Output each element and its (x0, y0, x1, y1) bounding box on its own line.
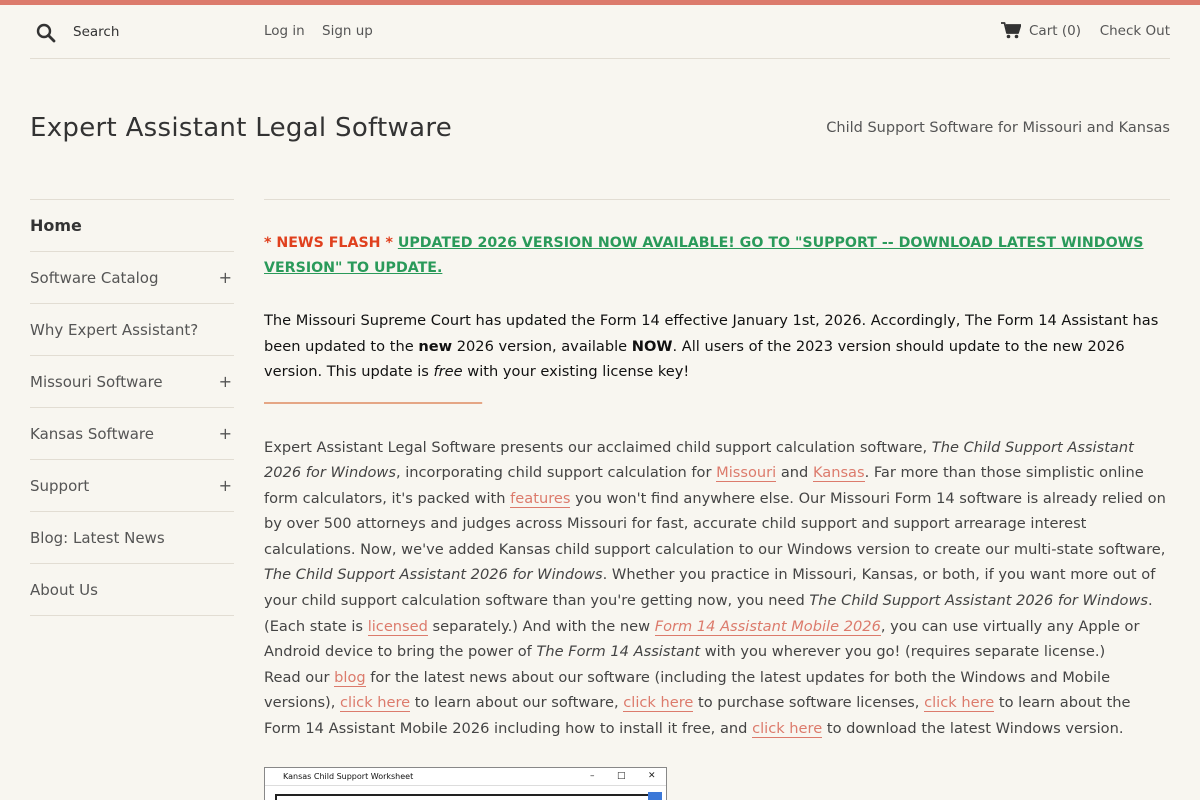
intro-text: and (776, 464, 813, 482)
sidebar-nav: Home Software Catalog + Why Expert Assist… (30, 199, 234, 616)
update-text: 2026 version, available (452, 337, 632, 355)
site-tagline: Child Support Software for Missouri and … (826, 120, 1170, 136)
product-name: The Child Support Assistant 2026 for Win… (809, 592, 1149, 610)
sidebar-item-label: About Us (30, 580, 98, 599)
product-name: The Form 14 Assistant (536, 643, 701, 661)
sidebar-item-label: Home (30, 216, 82, 235)
screenshot-titlebar: Kansas Child Support Worksheet – □ ✕ (265, 768, 666, 786)
read-text: to purchase software licenses, (693, 694, 925, 712)
software-screenshot: Kansas Child Support Worksheet – □ ✕ (264, 767, 667, 800)
expand-icon[interactable]: + (219, 268, 234, 287)
screenshot-search-icon (648, 792, 662, 800)
login-link[interactable]: Log in (264, 23, 305, 39)
sidebar-item-support[interactable]: Support + (30, 460, 234, 512)
cart-icon[interactable] (1001, 22, 1021, 39)
download-windows-link[interactable]: click here (752, 720, 823, 739)
features-link[interactable]: features (510, 489, 571, 508)
intro-text: separately.) And with the new (427, 617, 655, 635)
missouri-link[interactable]: Missouri (716, 464, 777, 483)
sidebar-item-software-catalog[interactable]: Software Catalog + (30, 252, 234, 304)
sidebar-item-about-us[interactable]: About Us (30, 564, 234, 616)
search-icon[interactable] (36, 23, 56, 43)
screenshot-worksheet-frame (275, 794, 653, 800)
news-flash: * NEWS FLASH * UPDATED 2026 VERSION NOW … (264, 231, 1170, 281)
sidebar-item-missouri-software[interactable]: Missouri Software + (30, 356, 234, 408)
sidebar-item-label: Kansas Software (30, 424, 154, 443)
sidebar-item-label: Blog: Latest News (30, 528, 165, 547)
news-flash-label: * NEWS FLASH * (264, 235, 398, 251)
sidebar-item-label: Missouri Software (30, 372, 163, 391)
screenshot-title: Kansas Child Support Worksheet (283, 772, 414, 781)
minimize-icon: – (590, 771, 595, 781)
sidebar-item-why-expert-assistant[interactable]: Why Expert Assistant? (30, 304, 234, 356)
mobile-app-link[interactable]: Form 14 Assistant Mobile 2026 (654, 617, 881, 636)
sidebar-item-label: Software Catalog (30, 268, 159, 287)
intro-text: , incorporating child support calculatio… (395, 464, 717, 482)
maximize-icon: □ (617, 771, 626, 781)
main-content: * NEWS FLASH * UPDATED 2026 VERSION NOW … (264, 199, 1170, 742)
update-text: with your existing license key! (462, 363, 690, 380)
read-text: to learn about our software, (410, 694, 624, 712)
cart-link[interactable]: Cart (0) (1029, 23, 1081, 39)
licensed-link[interactable]: licensed (367, 617, 428, 636)
top-header: Log in Sign up Cart (0) Check Out (30, 5, 1170, 59)
separator-line: ________________________________ (264, 386, 482, 404)
expand-icon[interactable]: + (219, 476, 234, 495)
update-text-italic: free (433, 363, 463, 380)
mobile-install-link[interactable]: click here (924, 694, 995, 713)
intro-text: Expert Assistant Legal Software presents… (264, 438, 932, 456)
intro-paragraph: Expert Assistant Legal Software presents… (264, 435, 1170, 742)
intro-text: with you wherever you go! (requires sepa… (700, 643, 1106, 661)
learn-software-link[interactable]: click here (340, 694, 411, 713)
close-icon: ✕ (648, 771, 656, 781)
product-name: The Child Support Assistant 2026 for Win… (264, 566, 603, 584)
read-text: Read our (264, 668, 335, 686)
purchase-licenses-link[interactable]: click here (623, 694, 694, 713)
sidebar-item-home[interactable]: Home (30, 200, 234, 252)
blog-link[interactable]: blog (334, 668, 366, 687)
search-input[interactable] (73, 21, 253, 43)
expand-icon[interactable]: + (219, 424, 234, 443)
update-notice: The Missouri Supreme Court has updated t… (264, 308, 1170, 385)
read-text: to download the latest Windows version. (822, 720, 1124, 738)
update-text-bold: NOW (631, 337, 673, 355)
signup-link[interactable]: Sign up (322, 23, 373, 39)
sidebar-item-label: Why Expert Assistant? (30, 320, 199, 339)
expand-icon[interactable]: + (219, 372, 234, 391)
site-title[interactable]: Expert Assistant Legal Software (30, 113, 452, 143)
kansas-link[interactable]: Kansas (812, 464, 865, 483)
sidebar-item-label: Support (30, 476, 90, 495)
update-text-bold: new (418, 337, 453, 355)
sidebar-item-blog[interactable]: Blog: Latest News (30, 512, 234, 564)
checkout-link[interactable]: Check Out (1100, 23, 1170, 39)
sidebar-item-kansas-software[interactable]: Kansas Software + (30, 408, 234, 460)
